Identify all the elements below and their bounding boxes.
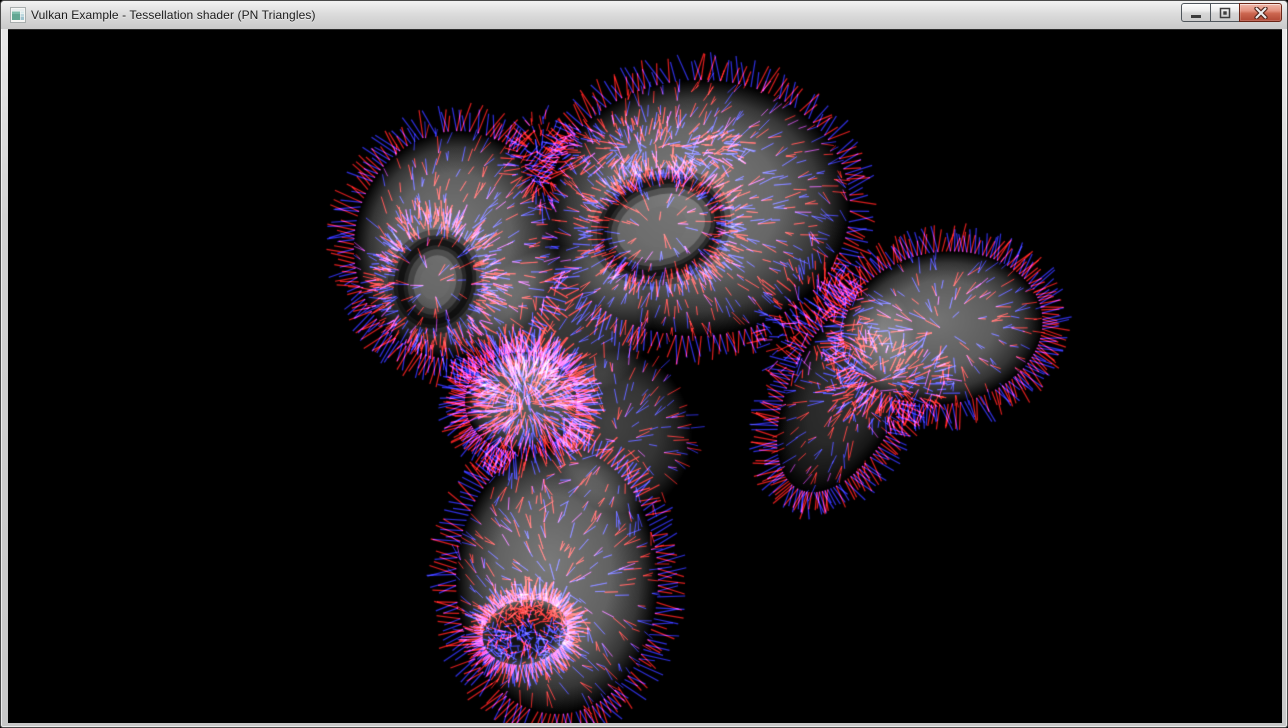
close-icon	[1254, 7, 1268, 19]
vulkan-render-canvas[interactable]	[8, 30, 1282, 723]
window-title: Vulkan Example - Tessellation shader (PN…	[31, 8, 316, 22]
maximize-icon	[1219, 7, 1231, 19]
maximize-button[interactable]	[1210, 3, 1240, 22]
titlebar[interactable]: Vulkan Example - Tessellation shader (PN…	[1, 1, 1287, 29]
render-viewport[interactable]	[8, 29, 1282, 723]
window-controls	[1181, 3, 1282, 22]
app-window: Vulkan Example - Tessellation shader (PN…	[0, 0, 1288, 728]
minimize-icon	[1190, 7, 1202, 19]
app-icon[interactable]	[10, 7, 26, 23]
minimize-button[interactable]	[1181, 3, 1211, 22]
close-button[interactable]	[1239, 3, 1282, 22]
